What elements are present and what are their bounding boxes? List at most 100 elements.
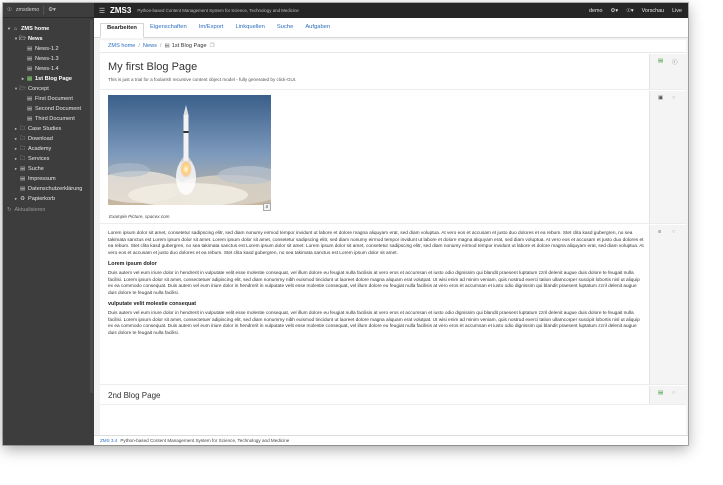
tab-suche[interactable]: Suche	[271, 22, 299, 37]
image-icon[interactable]: ▣	[658, 95, 663, 101]
trash-icon: ♻	[20, 196, 25, 202]
refresh-label: Aktualisieren	[14, 207, 46, 213]
document-icon: ▤	[26, 46, 33, 52]
tree-item[interactable]: ▤ News-1.3	[3, 54, 94, 64]
tree-item-label: Suche	[28, 166, 44, 172]
edit-document-icon[interactable]: ▤	[658, 390, 663, 396]
folder-icon: 🗀	[19, 125, 26, 132]
version-link[interactable]: ZMS 3.4	[100, 438, 117, 443]
child-page-title[interactable]: 2nd Blog Page	[108, 391, 161, 400]
folder-open-icon: 🗁	[19, 35, 26, 42]
sidebar-scrollbar[interactable]	[90, 20, 93, 393]
document-icon: ▤	[26, 116, 33, 122]
document-icon: ▤	[19, 186, 26, 192]
language-menu-icon[interactable]: ☉▾	[626, 8, 634, 14]
tree-item-label: Case Studies	[28, 126, 62, 132]
section-heading: Lorem ipsum dolor	[108, 261, 157, 268]
select-radio-icon[interactable]: ○	[672, 229, 675, 235]
block-actions: ▤ ○	[649, 386, 686, 404]
tree-item[interactable]: ▸ ♻ Papierkorb	[3, 194, 94, 204]
tree-item[interactable]: ▸ 🗀 Download	[3, 134, 94, 144]
tree-item[interactable]: ▾ 🗁 News	[3, 34, 94, 44]
copy-icon[interactable]: ❐	[210, 43, 215, 49]
brand-logo[interactable]: ZMS3	[110, 6, 131, 15]
tab-linkquellen[interactable]: Linkquellen	[230, 22, 271, 37]
tree-item-label: ZMS home	[21, 26, 50, 32]
text-body: Lorem ipsum dolor sit amet, consetetur s…	[108, 231, 644, 340]
text-block[interactable]: Lorem ipsum dolor sit amet, consetetur s…	[100, 225, 686, 385]
site-tree: ▾ ⌂ ZMS home ▾ 🗁 News ▤ News-1.2 ▤ News-1.3 ▤ News-…	[3, 18, 94, 204]
user-menu[interactable]: demo	[589, 8, 603, 14]
brand-tagline: Python-based Content Management System f…	[137, 8, 299, 13]
globe-icon: ☉	[7, 7, 12, 13]
tree-item[interactable]: ▤ Second Document	[3, 104, 94, 114]
preview-link[interactable]: Vorschau	[642, 8, 664, 14]
hamburger-menu-icon[interactable]: ☰	[94, 7, 110, 15]
tree-item[interactable]: ▤ Datenschutzerklärung	[3, 184, 94, 194]
folder-icon: 🗀	[19, 155, 26, 162]
tab-im-export[interactable]: Im/Export	[193, 22, 230, 37]
tab-aufgaben[interactable]: Aufgaben	[299, 22, 336, 37]
tree-item[interactable]: ▾ 🗁 Concept	[3, 84, 94, 94]
tree-item[interactable]: ▤ News-1.2	[3, 44, 94, 54]
refresh-icon: ↻	[7, 207, 12, 213]
breadcrumb-news[interactable]: News	[143, 43, 157, 49]
live-link[interactable]: Live	[672, 8, 682, 14]
tab-bearbeiten[interactable]: Bearbeiten	[100, 23, 144, 38]
refresh-link[interactable]: ↻ Aktualisieren	[3, 207, 94, 213]
tree-item[interactable]: ▸ ▤ 1st Blog Page	[3, 74, 94, 84]
tree-item-label: Papierkorb	[28, 196, 56, 202]
zoom-icon[interactable]: ⌕	[263, 203, 271, 211]
content-panel: ZMS home / News / ▤ 1st Blog Page ❐ My f…	[100, 40, 686, 435]
document-icon: ▤	[164, 43, 170, 49]
tree-item[interactable]: ▸ ▤ Suche	[3, 164, 94, 174]
tab-eigenschaften[interactable]: Eigenschaften	[144, 22, 193, 37]
folder-icon: 🗀	[19, 135, 26, 142]
info-icon[interactable]: ⓘ	[672, 58, 678, 66]
block-actions: ▤ ⓘ	[649, 54, 686, 89]
paragraph: Duis autem vel eum iriure dolor in hendr…	[108, 270, 640, 296]
document-icon: ▤	[26, 66, 33, 72]
document-icon: ▤	[19, 176, 26, 182]
select-radio-icon[interactable]: ○	[672, 390, 675, 396]
tree-item-label: Impressum	[28, 176, 56, 182]
block-actions: ▣ ○	[649, 91, 686, 223]
footer: ZMS 3.4 Python-based Content Management …	[94, 435, 688, 445]
document-icon: ▤	[26, 96, 33, 102]
tree-item[interactable]: ▸ 🗀 Academy	[3, 144, 94, 154]
footer-text: Python-based Content Management System f…	[120, 438, 290, 443]
tree-item[interactable]: ▤ Impressum	[3, 174, 94, 184]
breadcrumb-home[interactable]: ZMS home	[108, 43, 135, 49]
tree-item[interactable]: ▤ Third Document	[3, 114, 94, 124]
tree-item[interactable]: ▸ 🗀 Services	[3, 154, 94, 164]
select-radio-icon[interactable]: ○	[672, 95, 675, 101]
breadcrumb: ZMS home / News / ▤ 1st Blog Page ❐	[100, 40, 686, 53]
settings-menu-icon[interactable]: ⚙▾	[611, 8, 619, 14]
divider	[43, 5, 45, 15]
tree-item[interactable]: ▸ 🗀 Case Studies	[3, 124, 94, 134]
folder-icon: 🗀	[19, 145, 26, 152]
tree-item[interactable]: ▾ ⌂ ZMS home	[3, 24, 94, 34]
site-name[interactable]: zmsdemo	[16, 7, 39, 13]
tree-item[interactable]: ▤ First Document	[3, 94, 94, 104]
rocket-photo-svg	[108, 95, 271, 205]
text-block-icon[interactable]: ≡	[658, 229, 661, 235]
tree-item-label: Download	[28, 136, 53, 142]
tree-item-label: 1st Blog Page	[35, 76, 72, 82]
tree-item-label: News-1.3	[35, 56, 59, 62]
title-block[interactable]: My first Blog Page This is just a trial …	[100, 54, 686, 90]
folder-open-icon: 🗁	[19, 85, 26, 92]
document-icon: ▤	[26, 76, 33, 82]
tree-item-label: Datenschutzerklärung	[28, 186, 83, 192]
home-icon: ⌂	[13, 26, 18, 32]
tree-item[interactable]: ▤ News-1.4	[3, 64, 94, 74]
tree-item-label: Services	[28, 156, 50, 162]
image-block[interactable]: ⌕ Example Picture, spacex.com ▣ ○	[100, 91, 686, 224]
tree-item-label: News-1.4	[35, 66, 59, 72]
gear-icon[interactable]: ⚙▾	[48, 7, 56, 13]
edit-document-icon[interactable]: ▤	[658, 58, 663, 64]
child-page-block[interactable]: 2nd Blog Page ▤ ○	[100, 386, 686, 405]
paragraph: Lorem ipsum dolor sit amet, consetetur s…	[108, 231, 644, 256]
breadcrumb-current: 1st Blog Page	[171, 43, 207, 49]
block-actions: ≡ ○	[649, 225, 686, 384]
